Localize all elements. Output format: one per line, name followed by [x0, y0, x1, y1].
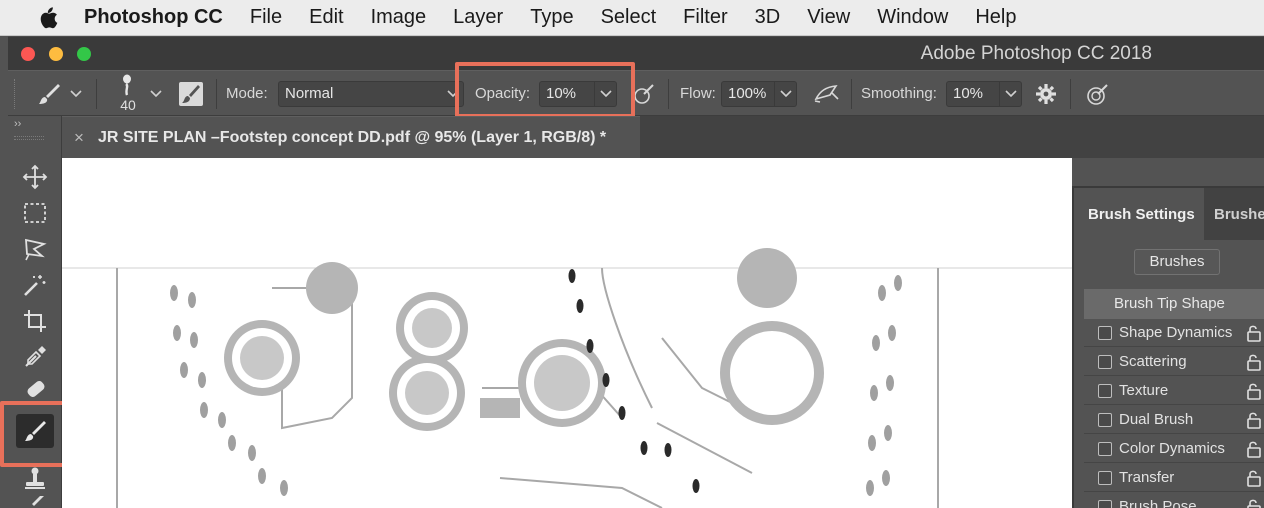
dual-brush-label: Dual Brush: [1119, 411, 1194, 428]
minimize-window-button[interactable]: [49, 47, 63, 61]
lock-icon[interactable]: [1246, 498, 1262, 508]
separator: [668, 79, 669, 109]
apple-logo-icon[interactable]: [30, 6, 64, 30]
menu-filter[interactable]: Filter: [683, 6, 727, 29]
close-tab-icon[interactable]: ×: [74, 128, 84, 148]
brush-preset-chevron-down-icon[interactable]: [68, 85, 84, 103]
document-tab-bar: × JR SITE PLAN –Footstep concept DD.pdf …: [62, 116, 1264, 158]
window-title: Adobe Photoshop CC 2018: [920, 43, 1152, 64]
options-bar-grip[interactable]: [14, 79, 18, 109]
smoothing-chevron-down-icon[interactable]: [1000, 81, 1022, 107]
move-tool-icon[interactable]: [16, 160, 54, 194]
separator: [1070, 79, 1071, 109]
shape-dynamics-checkbox[interactable]: [1098, 326, 1112, 340]
marquee-tool-icon[interactable]: [16, 196, 54, 230]
option-brush-pose[interactable]: Brush Pose: [1084, 493, 1264, 508]
menu-3d[interactable]: 3D: [755, 6, 781, 29]
lock-icon[interactable]: [1246, 440, 1262, 463]
texture-label: Texture: [1119, 382, 1169, 399]
brush-size-value: 40: [120, 97, 136, 113]
separator: [96, 79, 97, 109]
menu-select[interactable]: Select: [601, 6, 657, 29]
lasso-tool-icon[interactable]: [16, 232, 54, 266]
separator: [216, 79, 217, 109]
brush-size-chevron-down-icon[interactable]: [148, 85, 164, 103]
healing-brush-tool-icon[interactable]: [16, 376, 54, 402]
app-name-menu[interactable]: Photoshop CC: [84, 6, 223, 29]
opacity-highlight-box: [455, 62, 635, 118]
menu-view[interactable]: View: [807, 6, 850, 29]
brush-tip-shape-item[interactable]: Brush Tip Shape: [1084, 289, 1264, 319]
airbrush-icon[interactable]: [811, 81, 841, 107]
menu-file[interactable]: File: [250, 6, 282, 29]
crop-tool-icon[interactable]: [16, 304, 54, 338]
menu-help[interactable]: Help: [975, 6, 1016, 29]
smoothing-input[interactable]: 10%: [946, 81, 1000, 107]
toggle-brush-panel-icon[interactable]: [176, 80, 206, 108]
lock-icon[interactable]: [1246, 353, 1262, 376]
document-tab-title: JR SITE PLAN –Footstep concept DD.pdf @ …: [98, 129, 607, 146]
menu-image[interactable]: Image: [371, 6, 427, 29]
scattering-checkbox[interactable]: [1098, 355, 1112, 369]
brush-preset-icon[interactable]: [34, 81, 64, 107]
panel-tab-bar: Brush Settings Brushes: [1074, 188, 1264, 240]
window-title-bar: Adobe Photoshop CC 2018: [8, 36, 1264, 70]
mode-select[interactable]: Normal: [278, 81, 464, 107]
clone-stamp-tool-icon[interactable]: [16, 462, 54, 496]
flow-label: Flow:: [680, 85, 716, 102]
option-transfer[interactable]: Transfer: [1084, 464, 1264, 492]
tool-options-bar: 40 Mode: Normal Opacity: 10% Flow: 100% …: [8, 70, 1264, 116]
option-scattering[interactable]: Scattering: [1084, 348, 1264, 376]
pressure-size-icon[interactable]: [1084, 81, 1112, 107]
brush-size-preview-icon[interactable]: [116, 73, 138, 97]
expand-toolbar-icon[interactable]: ››: [14, 118, 21, 130]
menu-window[interactable]: Window: [877, 6, 948, 29]
transfer-label: Transfer: [1119, 469, 1175, 486]
menu-edit[interactable]: Edit: [309, 6, 343, 29]
site-plan-drawing: [62, 248, 1072, 508]
lock-icon[interactable]: [1246, 324, 1262, 347]
menu-type[interactable]: Type: [530, 6, 573, 29]
document-canvas[interactable]: [62, 158, 1072, 508]
shape-dynamics-label: Shape Dynamics: [1119, 324, 1233, 341]
dual-brush-checkbox[interactable]: [1098, 413, 1112, 427]
color-dynamics-checkbox[interactable]: [1098, 442, 1112, 456]
mode-label: Mode:: [226, 85, 268, 102]
brush-pose-checkbox[interactable]: [1098, 500, 1112, 508]
menu-layer[interactable]: Layer: [453, 6, 503, 29]
document-tab[interactable]: × JR SITE PLAN –Footstep concept DD.pdf …: [62, 116, 640, 158]
smoothing-label: Smoothing:: [861, 85, 937, 102]
flow-input[interactable]: 100%: [721, 81, 775, 107]
brushes-button[interactable]: Brushes: [1134, 249, 1220, 275]
history-brush-tool-icon[interactable]: [16, 496, 54, 508]
brush-settings-panel: Brush Settings Brushes Brushes Brush Tip…: [1072, 186, 1264, 508]
option-dual-brush[interactable]: Dual Brush: [1084, 406, 1264, 434]
option-texture[interactable]: Texture: [1084, 377, 1264, 405]
menu-bar: Photoshop CC File Edit Image Layer Type …: [0, 0, 1264, 36]
flow-chevron-down-icon[interactable]: [775, 81, 797, 107]
magic-wand-tool-icon[interactable]: [16, 268, 54, 302]
color-dynamics-label: Color Dynamics: [1119, 440, 1225, 457]
brush-pose-label: Brush Pose: [1119, 498, 1197, 508]
lock-icon[interactable]: [1246, 469, 1262, 492]
option-color-dynamics[interactable]: Color Dynamics: [1084, 435, 1264, 463]
close-window-button[interactable]: [21, 47, 35, 61]
lock-icon[interactable]: [1246, 411, 1262, 434]
tab-brush-settings-label[interactable]: Brush Settings: [1088, 206, 1195, 223]
scattering-label: Scattering: [1119, 353, 1187, 370]
texture-checkbox[interactable]: [1098, 384, 1112, 398]
smoothing-settings-gear-icon[interactable]: [1032, 81, 1060, 107]
lock-icon[interactable]: [1246, 382, 1262, 405]
toolbar-grip[interactable]: [14, 136, 44, 140]
transfer-checkbox[interactable]: [1098, 471, 1112, 485]
separator: [851, 79, 852, 109]
zoom-window-button[interactable]: [77, 47, 91, 61]
eyedropper-tool-icon[interactable]: [16, 340, 54, 374]
tab-brushes-label[interactable]: Brushes: [1214, 206, 1264, 223]
option-shape-dynamics[interactable]: Shape Dynamics: [1084, 319, 1264, 347]
